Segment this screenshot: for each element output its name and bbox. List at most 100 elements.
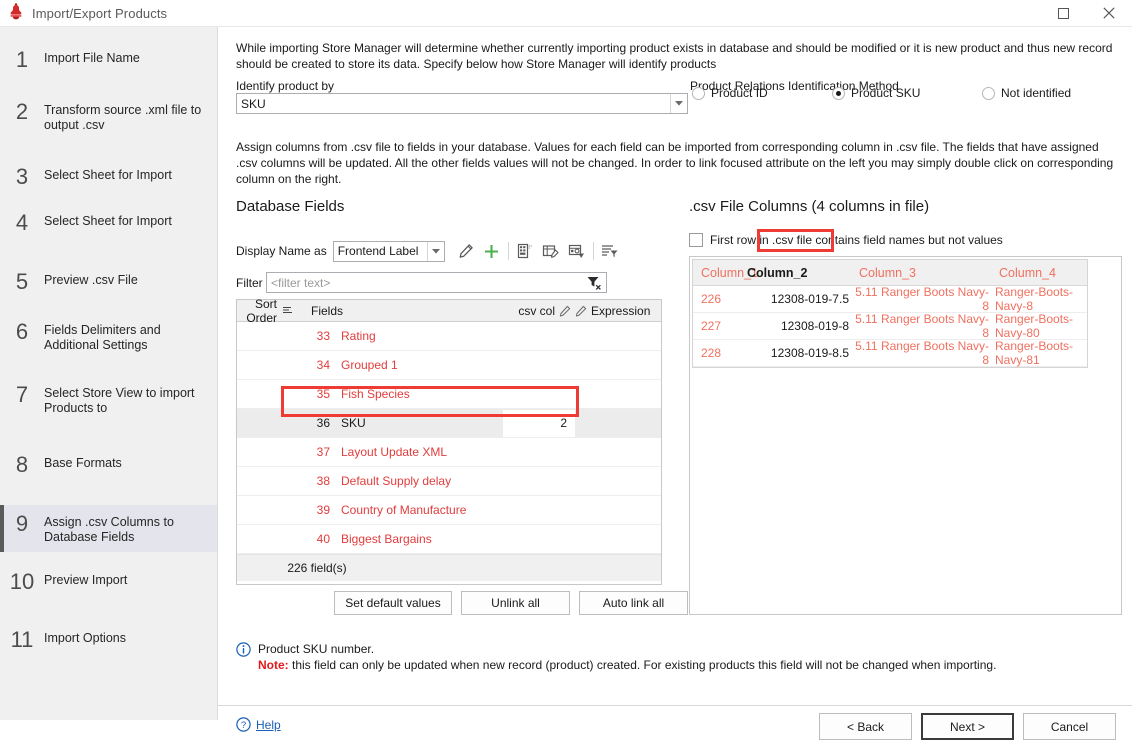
svg-text:?: ? <box>241 720 246 731</box>
toolbar-separator <box>593 242 594 260</box>
grid-row[interactable]: 40Biggest Bargains <box>237 525 661 554</box>
radio-product-id[interactable]: Product ID <box>692 86 768 100</box>
csv-header-column-4[interactable]: Column_4 <box>991 266 1087 280</box>
sidebar-step-9[interactable]: 9Assign .csv Columns to Database Fields <box>0 505 217 552</box>
csv-data-row[interactable]: 22812308-019-8.55.11 Ranger Boots Navy-8… <box>693 340 1087 367</box>
sidebar-step-label: Preview .csv File <box>44 269 138 288</box>
csv-header-column-2[interactable]: Column_2 <box>741 266 851 280</box>
next-button[interactable]: Next > <box>921 713 1014 740</box>
csv-columns-title: .csv File Columns (4 columns in file) <box>689 198 929 215</box>
fields-toolbar: Display Name as Frontend Label <box>236 240 623 262</box>
sidebar-step-1[interactable]: 1Import File Name <box>0 47 217 71</box>
csv-cell-column-1: 226 <box>693 292 741 306</box>
first-row-checkbox-row[interactable]: First row in .csv file contains field na… <box>689 233 1003 247</box>
csv-cell-column-1: 228 <box>693 346 741 360</box>
grid-cell-csv-col[interactable]: 2 <box>503 410 575 437</box>
csv-cell-column-2: 12308-019-7.5 <box>741 292 851 306</box>
grid-cell-field: Fish Species <box>335 387 503 401</box>
display-name-as-label: Display Name as <box>236 244 327 258</box>
cancel-button[interactable]: Cancel <box>1023 713 1116 740</box>
sidebar-step-4[interactable]: 4Select Sheet for Import <box>0 210 217 234</box>
grid-run-icon[interactable] <box>564 240 590 262</box>
database-fields-grid[interactable]: Sort Order Fields csv col Expression 33R… <box>236 299 662 585</box>
sidebar-step-number: 7 <box>0 382 44 406</box>
window-title: Import/Export Products <box>32 6 167 21</box>
set-default-values-button[interactable]: Set default values <box>334 591 452 615</box>
sidebar-step-6[interactable]: 6Fields Delimiters and Additional Settin… <box>0 319 217 353</box>
filter-label: Filter <box>236 276 266 290</box>
grid-footer: 226 field(s) <box>237 554 661 581</box>
identify-product-by-select[interactable]: SKU <box>236 93 688 114</box>
grid-header-row: Sort Order Fields csv col Expression <box>237 300 661 322</box>
grid-columns-icon[interactable] <box>512 240 538 262</box>
sidebar-step-8[interactable]: 8Base Formats <box>0 452 217 476</box>
grid-field-count: 226 field(s) <box>237 561 397 575</box>
sidebar-step-2[interactable]: 2Transform source .xml file to output .c… <box>0 99 217 133</box>
grid-cell-index: 36 <box>297 416 335 430</box>
grid-row[interactable]: 34Grouped 1 <box>237 351 661 380</box>
csv-columns-panel[interactable]: Column_1 Column_2 Column_3 Column_4 2261… <box>689 256 1122 615</box>
grid-cell-index: 37 <box>297 445 335 459</box>
grid-header-fields[interactable]: Fields <box>297 304 503 318</box>
grid-header-expression[interactable]: Expression <box>591 304 650 318</box>
edit-pencil-icon[interactable] <box>453 240 479 262</box>
sort-filter-icon[interactable] <box>597 240 623 262</box>
grid-header-csv-col[interactable]: csv col <box>518 304 555 318</box>
grid-cell-field: Default Supply delay <box>335 474 503 488</box>
sidebar-step-number: 11 <box>0 627 44 651</box>
grid-row[interactable]: 37Layout Update XML <box>237 438 661 467</box>
csv-cell-column-2: 12308-019-8.5 <box>741 346 851 360</box>
sidebar-step-number: 10 <box>0 569 44 593</box>
auto-link-all-button[interactable]: Auto link all <box>579 591 688 615</box>
filter-row: Filter <filter text> <box>236 272 607 293</box>
grid-cell-index: 38 <box>297 474 335 488</box>
grid-header-sort-order[interactable]: Sort Order <box>237 297 277 325</box>
radio-product-sku[interactable]: Product SKU <box>832 86 920 100</box>
sidebar-step-3[interactable]: 3Select Sheet for Import <box>0 164 217 188</box>
hint-note-label: Note: <box>258 658 289 672</box>
csv-data-row[interactable]: 22712308-019-85.11 Ranger Boots Navy-8Ra… <box>693 313 1087 340</box>
sidebar-step-label: Transform source .xml file to output .cs… <box>44 99 207 133</box>
csv-header-column-3[interactable]: Column_3 <box>851 266 991 280</box>
csv-data-row[interactable]: 22612308-019-7.55.11 Ranger Boots Navy-8… <box>693 286 1087 313</box>
first-row-checkbox[interactable] <box>689 233 703 247</box>
unlink-all-button[interactable]: Unlink all <box>461 591 570 615</box>
add-plus-icon[interactable] <box>479 240 505 262</box>
sidebar-step-10[interactable]: 10Preview Import <box>0 569 217 593</box>
sidebar-step-number: 1 <box>0 47 44 71</box>
sidebar-step-label: Base Formats <box>44 452 122 471</box>
radio-label: Product SKU <box>851 86 920 100</box>
clear-filter-icon[interactable] <box>584 276 604 290</box>
radio-not-identified[interactable]: Not identified <box>982 86 1071 100</box>
grid-cell-index: 39 <box>297 503 335 517</box>
sidebar-step-11[interactable]: 11Import Options <box>0 627 217 651</box>
sidebar-step-7[interactable]: 7Select Store View to import Products to <box>0 382 217 416</box>
sidebar-step-label: Import Options <box>44 627 126 646</box>
filter-input[interactable]: <filter text> <box>266 272 607 293</box>
grid-row[interactable]: 33Rating <box>237 322 661 351</box>
maximize-button[interactable] <box>1040 0 1086 26</box>
radio-dot <box>832 87 845 100</box>
sidebar-step-label: Fields Delimiters and Additional Setting… <box>44 319 207 353</box>
grid-row[interactable]: 36SKU2 <box>237 409 661 438</box>
display-name-as-select[interactable]: Frontend Label <box>333 241 445 262</box>
grid-cell-field: Layout Update XML <box>335 445 503 459</box>
hint-block: Product SKU number. Note: this field can… <box>236 641 996 673</box>
grid-row[interactable]: 35Fish Species <box>237 380 661 409</box>
sidebar-step-label: Select Sheet for Import <box>44 164 172 183</box>
sidebar-step-5[interactable]: 5Preview .csv File <box>0 269 217 293</box>
sidebar-step-label: Select Store View to import Products to <box>44 382 207 416</box>
grid-edit-icon[interactable] <box>538 240 564 262</box>
sidebar-step-number: 6 <box>0 319 44 343</box>
help-icon: ? <box>236 717 251 732</box>
csv-cell-column-3: 5.11 Ranger Boots Navy-8 <box>851 339 991 367</box>
grid-row[interactable]: 39Country of Manufacture <box>237 496 661 525</box>
close-button[interactable] <box>1086 0 1132 26</box>
toolbar-separator <box>508 242 509 260</box>
help-link[interactable]: ? Help <box>236 717 281 732</box>
csv-header-column-1[interactable]: Column_1 <box>693 266 741 280</box>
back-button[interactable]: < Back <box>819 713 912 740</box>
chevron-down-icon <box>427 242 444 261</box>
csv-cell-column-3: 5.11 Ranger Boots Navy-8 <box>851 285 991 313</box>
grid-row[interactable]: 38Default Supply delay <box>237 467 661 496</box>
